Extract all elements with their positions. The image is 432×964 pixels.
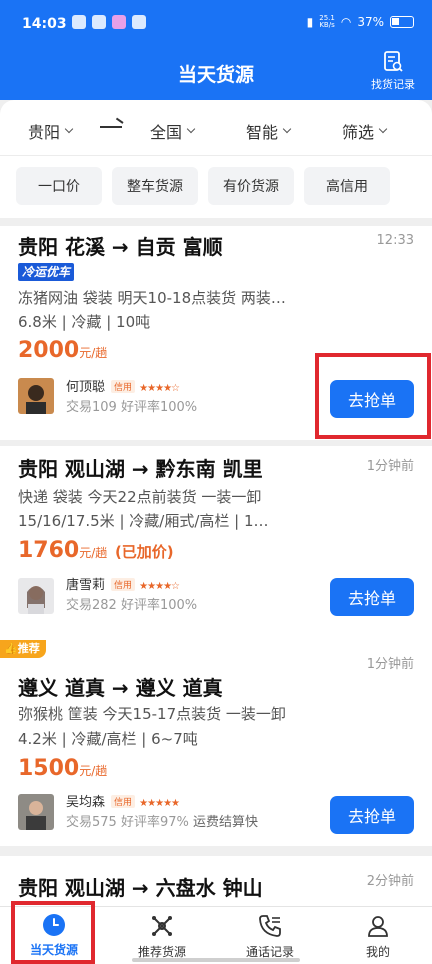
notification-icon: [92, 15, 106, 29]
find-record-button[interactable]: 找货记录: [368, 50, 418, 92]
search-document-icon: [384, 51, 403, 72]
avatar: [18, 578, 54, 614]
nav-profile[interactable]: 我的: [333, 913, 423, 960]
chevron-down-icon: [378, 124, 388, 134]
status-time: 14:03: [22, 16, 67, 32]
tag-fixed-price[interactable]: 一口价: [16, 167, 102, 205]
chevron-down-icon: [64, 124, 74, 134]
post-time: 1分钟前: [366, 459, 414, 474]
route: 遵义 道真 → 遵义 道真: [18, 676, 223, 700]
user-icon: [368, 916, 388, 937]
notification-icon: [72, 15, 86, 29]
post-time: 1分钟前: [366, 657, 414, 672]
price: 1760元/趟 (已加价): [18, 538, 174, 563]
trade-stats: 交易575 好评率97% 运费结算快: [66, 815, 258, 830]
app-icon: [112, 15, 126, 29]
shipper-name: 何顶聪 信用 ★★★★☆: [66, 380, 180, 395]
battery-percent: 37%: [357, 15, 384, 29]
battery-icon: [390, 16, 414, 28]
vehicle-spec: 15/16/17.5米 | 冷藏/厢式/高栏 | 1…: [18, 512, 269, 530]
cargo-card[interactable]: 👍推荐 遵义 道真 → 遵义 道真 1分钟前 弥猴桃 筐装 今天15-17点装货…: [0, 640, 432, 846]
credit-label: 信用: [111, 795, 136, 808]
rating-stars: ★★★★☆: [139, 383, 180, 394]
destination-filter[interactable]: 全国: [150, 119, 196, 143]
avatar: [18, 378, 54, 414]
fast-settlement-tag: 运费结算快: [192, 815, 258, 830]
cargo-description: 快递 袋装 今天22点前装货 一装一卸: [18, 488, 262, 506]
cargo-description: 冻猪网油 袋装 明天10-18点装货 两装…: [18, 289, 286, 307]
main-content: 贵阳 全国 智能 筛选 一口价 整车货源 有价货源 高信用 贵阳 花溪 → 自贡…: [0, 100, 432, 906]
origin-filter[interactable]: 贵阳: [28, 119, 74, 143]
vehicle-spec: 4.2米 | 冷藏/高栏 | 6~7吨: [18, 730, 198, 748]
tag-high-credit[interactable]: 高信用: [304, 167, 390, 205]
home-indicator: [132, 958, 300, 962]
cold-chain-badge: 冷运优车: [18, 263, 75, 281]
vehicle-spec: 6.8米 | 冷藏 | 10吨: [18, 313, 151, 331]
highlight-box: [315, 353, 431, 439]
route: 贵阳 花溪 → 自贡 富顺: [18, 235, 223, 259]
network-speed: 25.1 KB/s: [319, 14, 335, 29]
chevron-down-icon: [186, 124, 196, 134]
cargo-description: 弥猴桃 筐装 今天15-17点装货 一装一卸: [18, 705, 286, 723]
grab-order-button[interactable]: 去抢单: [330, 796, 414, 834]
tag-priced[interactable]: 有价货源: [208, 167, 294, 205]
sort-filter[interactable]: 智能: [246, 119, 292, 143]
price-raised-note: (已加价): [114, 543, 174, 561]
route: 贵阳 观山湖 → 六盘水 钟山: [18, 876, 263, 900]
trade-stats: 交易109 好评率100%: [66, 400, 198, 415]
cargo-card[interactable]: 贵阳 观山湖 → 黔东南 凯里 1分钟前 快递 袋装 今天22点前装货 一装一卸…: [0, 446, 432, 640]
rating-stars: ★★★★★: [139, 798, 180, 809]
credit-label: 信用: [111, 578, 136, 591]
price: 2000元/趟: [18, 338, 108, 363]
nav-call-records[interactable]: 通话记录: [225, 913, 315, 960]
chevron-down-icon: [282, 124, 292, 134]
nav-recommended-cargo[interactable]: 推荐货源: [117, 913, 207, 960]
post-time: 12:33: [376, 233, 414, 248]
post-time: 2分钟前: [366, 874, 414, 889]
avatar: [18, 794, 54, 830]
cargo-card[interactable]: 贵阳 观山湖 → 六盘水 钟山 2分钟前: [0, 856, 432, 906]
rating-stars: ★★★★☆: [139, 581, 180, 592]
shipper-name: 吴均森 信用 ★★★★★: [66, 795, 180, 810]
more-filter[interactable]: 筛选: [342, 119, 388, 143]
route-arrow-icon: [100, 126, 122, 128]
grab-order-button[interactable]: 去抢单: [330, 578, 414, 616]
credit-label: 信用: [111, 380, 136, 393]
tag-full-truck[interactable]: 整车货源: [112, 167, 198, 205]
highlight-box: [11, 901, 95, 964]
trade-stats: 交易282 好评率100%: [66, 598, 198, 613]
recommend-icon: [152, 916, 172, 936]
quick-tags: 一口价 整车货源 有价货源 高信用: [0, 156, 432, 218]
filter-bar: 贵阳 全国 智能 筛选: [0, 100, 432, 156]
price: 1500元/趟: [18, 756, 108, 781]
app-header: 当天货源 找货记录: [0, 46, 432, 100]
recommend-badge: 👍推荐: [0, 640, 46, 658]
route: 贵阳 观山湖 → 黔东南 凯里: [18, 457, 263, 481]
wifi-icon: ◠: [340, 15, 352, 29]
shipper-name: 唐雪莉 信用 ★★★★☆: [66, 578, 180, 593]
vibrate-icon: ▮: [306, 15, 314, 29]
status-bar: 14:03 ▮ 25.1 KB/s ◠ 37%: [0, 0, 432, 46]
calendar-icon: [132, 15, 146, 29]
phone-icon: [259, 915, 281, 937]
